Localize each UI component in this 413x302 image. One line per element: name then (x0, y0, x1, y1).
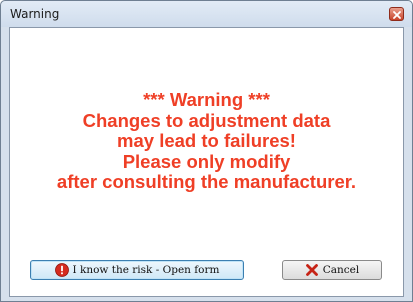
close-icon (393, 11, 401, 19)
open-form-button[interactable]: I know the risk - Open form (30, 260, 244, 280)
alert-icon (54, 263, 69, 277)
warning-line-5: after consulting the manufacturer. (56, 171, 357, 192)
close-button[interactable] (389, 7, 404, 21)
open-form-label: I know the risk - Open form (72, 264, 220, 276)
window-title: Warning (10, 7, 60, 21)
warning-line-2: Changes to adjustment data (82, 109, 331, 131)
title-bar[interactable]: Warning (1, 1, 412, 27)
dialog-window: Warning *** Warning *** Changes to adjus… (0, 0, 413, 302)
x-icon (305, 263, 319, 277)
cancel-label: Cancel (322, 264, 360, 276)
warning-message: *** Warning *** Changes to adjustment da… (10, 89, 403, 193)
warning-line-4: Please only modify (122, 150, 291, 172)
warning-line-1: *** Warning *** (143, 89, 270, 110)
dialog-content: *** Warning *** Changes to adjustment da… (9, 27, 404, 297)
warning-line-3: may lead to failures! (117, 130, 296, 151)
cancel-button[interactable]: Cancel (282, 260, 382, 280)
